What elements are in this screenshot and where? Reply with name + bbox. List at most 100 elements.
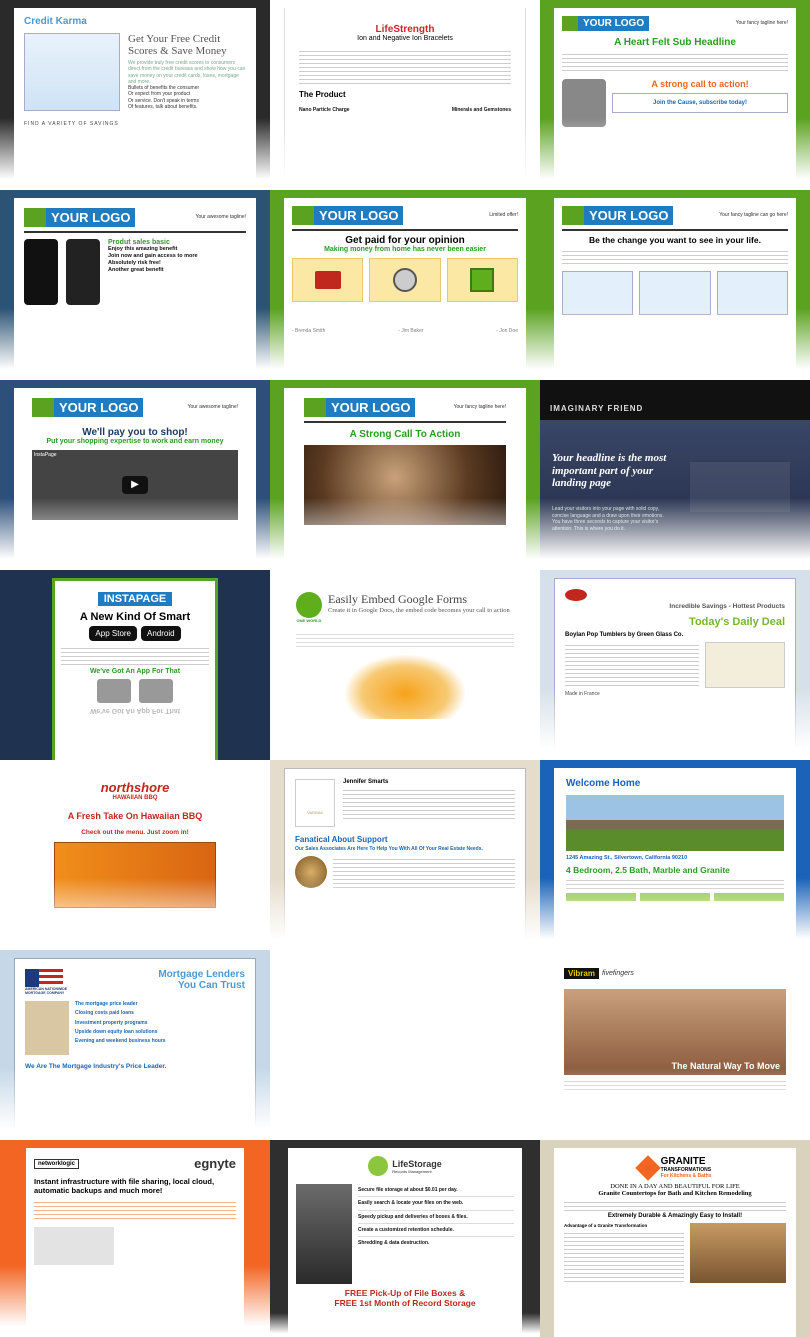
tab[interactable] — [566, 893, 636, 901]
phone-image — [66, 239, 100, 305]
home-title: Welcome Home — [566, 778, 641, 789]
template-deal[interactable]: Incredible Savings - Hottest Products To… — [540, 570, 810, 760]
jar-image — [139, 679, 173, 703]
testimonial-name: - Brenda Smith — [292, 328, 326, 334]
testimonial-name: - Jon Doe — [496, 328, 518, 334]
mortgage-title: Mortgage Lenders — [158, 969, 245, 980]
creditkarma-footer: FIND A VARIETY OF SAVINGS — [24, 121, 119, 127]
template-strongcta[interactable]: YOUR LOGO Your fancy tagline here! A Str… — [270, 380, 540, 570]
change-title: Be the change you want to see in your li… — [589, 235, 761, 245]
template-lifestorage[interactable]: LifeStorage Records Management Secure fi… — [270, 1140, 540, 1337]
granite-logo: For Kitchens & Baths — [660, 1173, 712, 1179]
networklogic-logo: networklogic — [34, 1158, 80, 1169]
lifestrength-item: Minerals and Gemstones — [451, 107, 511, 113]
template-google[interactable]: ONE WORLD Easily Embed Google Forms Crea… — [270, 570, 540, 760]
egnyte-logo: egnyte — [194, 1156, 236, 1171]
pencil-icon — [562, 271, 634, 315]
template-home[interactable]: Welcome Home 1245 Amazing St., Silvertow… — [540, 760, 810, 950]
lifestrength-title: LifeStrength — [375, 24, 435, 35]
template-mortgage[interactable]: AMERICAN NATIONWIDE MORTGAGE COMPANY Mor… — [0, 950, 270, 1140]
server-illustration — [34, 1227, 114, 1265]
deal-origin: Made in France — [565, 691, 600, 697]
jar-image — [97, 679, 131, 703]
template-paid[interactable]: YOUR LOGO Limited offer! Get paid for yo… — [270, 190, 540, 380]
document-icon — [639, 271, 711, 315]
creditkarma-bullet: Of features, talk about benefits. — [128, 103, 198, 110]
deal-header: Incredible Savings - Hottest Products — [669, 603, 785, 610]
template-creditkarma[interactable]: Credit Karma Get Your Free Credit Scores… — [0, 0, 270, 190]
template-phone[interactable]: YOUR LOGO Your awesome tagline! Produt s… — [0, 190, 270, 380]
template-imaginary[interactable]: IMAGINARY FRIEND Your headline is the mo… — [540, 380, 810, 570]
deal-product: Boylan Pop Tumblers by Green Glass Co. — [565, 632, 684, 638]
flag-icon — [25, 969, 63, 987]
template-egnyte[interactable]: networklogic egnyte Instant infrastructu… — [0, 1140, 270, 1337]
folder-icon — [716, 271, 788, 315]
imaginary-body: Lead your visitors into your page with s… — [552, 506, 664, 532]
tagline: Limited offer! — [489, 212, 518, 219]
template-blank — [270, 950, 540, 1140]
appstore-button[interactable]: App Store — [89, 626, 137, 641]
phone-image — [24, 239, 58, 305]
template-granite[interactable]: GRANITE TRANSFORMATIONS For Kitchens & B… — [540, 1140, 810, 1337]
lifestorage-logo: LifeStorage — [392, 1158, 442, 1169]
dashboard-screenshot — [24, 33, 120, 111]
green-square-icon — [446, 258, 518, 302]
video-title: InstaPage — [34, 452, 57, 458]
lifestorage-bullet: Speedy pickup and deliveries of boxes & … — [358, 1211, 514, 1224]
lifestorage-bullet: Create a customized retention schedule. — [358, 1224, 514, 1237]
realtor-sub: Our Sales Associates Are Here To Help Yo… — [295, 846, 483, 852]
template-northshore[interactable]: northshore HAWAIIAN BBQ A Fresh Take On … — [0, 760, 270, 950]
your-logo: YOUR LOGO — [562, 16, 650, 31]
tree-illustration — [345, 655, 465, 719]
instapage-logo: INSTAPAGE — [97, 592, 173, 606]
template-lifestrength[interactable]: LifeStrength Ion and Negative Ion Bracel… — [270, 0, 540, 190]
template-realtor[interactable]: VARINIA Jennifer Smarts Fanatical About … — [270, 760, 540, 950]
lifestorage-bullet: Easily search & locate your files on the… — [358, 1197, 514, 1211]
lifestrength-text — [299, 48, 511, 84]
heartfelt-title: A Heart Felt Sub Headline — [614, 37, 736, 48]
mortgage-bullet: Closing costs paid loans — [75, 1010, 134, 1017]
kitchen-photo — [690, 1223, 786, 1283]
mortgage-logo: AMERICAN NATIONWIDE MORTGAGE COMPANY — [25, 987, 68, 995]
mortgage-title: You Can Trust — [177, 980, 245, 991]
lifestrength-item: Nano Particle Charge — [299, 107, 350, 113]
tab[interactable] — [714, 893, 784, 901]
compass-icon — [369, 258, 441, 302]
your-logo: YOUR LOGO — [24, 208, 136, 227]
mortgage-bullet: Investment property programs — [75, 1019, 148, 1026]
house-model-image — [25, 1001, 69, 1055]
video-player[interactable]: InstaPage ▶ — [32, 450, 238, 520]
image-placeholder — [690, 462, 790, 512]
medallion-image — [295, 856, 327, 888]
video-still — [304, 445, 506, 525]
join-box[interactable]: Join the Cause, subscribe today! — [612, 93, 788, 113]
vibram-caption: The Natural Way To Move — [671, 1061, 780, 1071]
lifestorage-icon — [368, 1156, 389, 1176]
tab[interactable] — [640, 893, 710, 901]
template-change[interactable]: YOUR LOGO Your fancy tagline can go here… — [540, 190, 810, 380]
feet-photo: The Natural Way To Move — [564, 989, 786, 1075]
lifestorage-offer: FREE Pick-Up of File Boxes & — [344, 1288, 466, 1298]
menu-image[interactable] — [54, 842, 216, 908]
template-vibram[interactable]: Vibram fivefingers The Natural Way To Mo… — [540, 950, 810, 1140]
template-heartfelt[interactable]: YOUR LOGO Your fancy tagline here! A Hea… — [540, 0, 810, 190]
play-icon[interactable]: ▶ — [122, 476, 148, 494]
mortgage-bullet: Upside down equity loan solutions — [75, 1028, 158, 1035]
creditkarma-body: We provide truly free credit scores to c… — [128, 60, 246, 85]
tree-icon — [296, 592, 322, 618]
instapage-title: A New Kind Of Smart — [79, 611, 191, 623]
lifestorage-bullet: Secure file storage at about $0.01 per d… — [358, 1184, 514, 1198]
your-logo: YOUR LOGO — [32, 398, 144, 417]
android-button[interactable]: Android — [141, 626, 181, 641]
instapage-sub: We've Got An App For That — [89, 668, 181, 675]
heartfelt-cta: A strong call to action! — [651, 79, 749, 89]
tagline: Your fancy tagline here! — [735, 20, 788, 27]
template-instapage[interactable]: INSTAPAGE A New Kind Of Smart App Store … — [0, 570, 270, 760]
glasses-image — [705, 642, 785, 688]
imaginary-headline: Your headline is the most important part… — [552, 452, 667, 490]
creditkarma-title: Get Your Free Credit Scores & Save Money — [128, 33, 227, 58]
phone-bullet: Enjoy this amazing benefit — [108, 246, 178, 252]
template-shop[interactable]: YOUR LOGO Your awesome tagline! We'll pa… — [0, 380, 270, 570]
realtor-name: Jennifer Smarts — [343, 779, 389, 785]
lifestrength-section: The Product — [299, 90, 346, 99]
